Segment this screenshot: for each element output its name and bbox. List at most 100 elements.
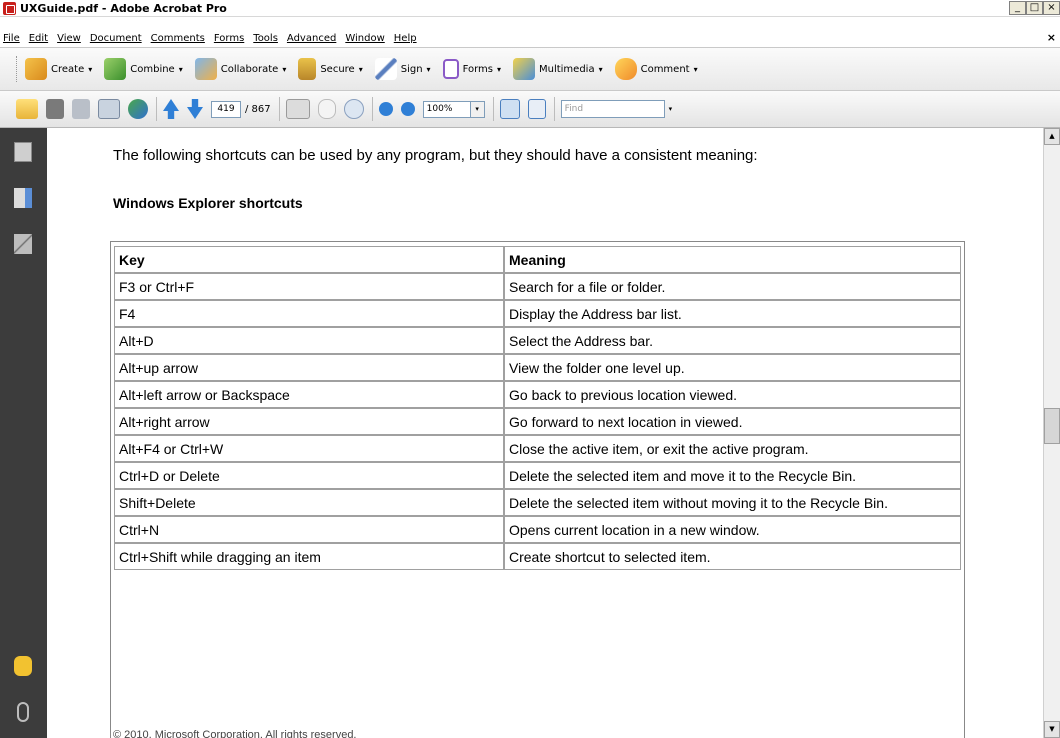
table-row: F4 Display the Address bar list. — [114, 300, 961, 327]
web-capture-icon[interactable] — [128, 99, 148, 119]
row-key: Ctrl+Shift while dragging an item — [114, 543, 504, 570]
menu-edit[interactable]: Edit — [29, 33, 48, 44]
select-tool-icon[interactable] — [285, 99, 310, 119]
attachments-icon[interactable] — [17, 702, 29, 722]
scroll-thumb[interactable] — [1044, 408, 1060, 444]
combine-icon — [104, 58, 127, 80]
pages-icon[interactable] — [14, 142, 32, 162]
zoom-dropdown-icon[interactable]: ▾ — [470, 100, 485, 118]
table-row: Alt+F4 or Ctrl+W Close the active item, … — [114, 435, 961, 462]
menu-forms[interactable]: Forms — [214, 33, 244, 44]
navigation-panel — [0, 128, 47, 738]
next-page-icon[interactable] — [187, 99, 203, 119]
multimedia-button[interactable]: Multimedia ▾ — [512, 58, 603, 80]
shortcuts-table: Key Meaning F3 or Ctrl+F Search for a fi… — [114, 246, 961, 570]
vertical-scrollbar[interactable]: ▲ ▼ — [1043, 128, 1060, 738]
create-icon — [25, 58, 47, 80]
menu-window[interactable]: Window — [345, 33, 384, 44]
table-header-row: Key Meaning — [114, 246, 961, 273]
document-close-icon[interactable]: × — [1047, 31, 1056, 44]
bookmarks-icon[interactable] — [14, 188, 32, 208]
zoom-level-input[interactable]: 100% — [422, 100, 471, 118]
table-row: Ctrl+Shift while dragging an item Create… — [114, 543, 961, 570]
comment-button[interactable]: Comment ▾ — [614, 58, 698, 80]
lock-icon — [298, 58, 317, 80]
window-title: UXGuide.pdf - Adobe Acrobat Pro — [20, 1, 227, 15]
acrobat-app-icon — [3, 1, 16, 15]
menu-view[interactable]: View — [57, 33, 81, 44]
combine-button[interactable]: Combine ▾ — [104, 58, 183, 80]
row-meaning: Delete the selected item without moving … — [504, 489, 961, 516]
zoom-tool-icon[interactable] — [343, 99, 364, 119]
page-number-input[interactable]: 419 — [211, 100, 241, 118]
section-heading: Windows Explorer shortcuts — [113, 195, 303, 211]
row-meaning: Create shortcut to selected item. — [504, 543, 961, 570]
menu-file[interactable]: File — [3, 33, 20, 44]
comments-icon[interactable] — [14, 656, 32, 676]
forms-label: Forms — [462, 63, 493, 75]
window-controls: _ □ × — [1009, 1, 1060, 15]
header-key: Key — [114, 246, 504, 273]
tasks-toolbar: Create ▾ Combine ▾ Collaborate ▾ Secure … — [0, 47, 1060, 91]
row-key: Alt+up arrow — [114, 354, 504, 381]
chevron-down-icon: ▾ — [178, 64, 183, 74]
scroll-up-icon[interactable]: ▲ — [1044, 128, 1060, 145]
create-label: Create — [51, 63, 85, 75]
chevron-down-icon: ▾ — [358, 64, 363, 74]
row-meaning: Select the Address bar. — [504, 327, 961, 354]
open-folder-icon[interactable] — [16, 99, 38, 119]
toolbar-separator — [371, 97, 373, 121]
maximize-button[interactable]: □ — [1026, 1, 1043, 15]
navigation-toolbar: 419 / 867 100% ▾ Find ▾ — [0, 91, 1060, 128]
table-row: F3 or Ctrl+F Search for a file or folder… — [114, 273, 961, 300]
collaborate-icon — [194, 58, 217, 80]
signatures-icon[interactable] — [14, 234, 32, 254]
toolbar-grip[interactable] — [16, 56, 19, 82]
hand-tool-icon[interactable] — [317, 99, 336, 119]
table-row: Alt+right arrow Go forward to next locat… — [114, 408, 961, 435]
fit-width-icon[interactable] — [499, 99, 520, 119]
pen-icon — [374, 58, 397, 80]
sign-button[interactable]: Sign ▾ — [374, 58, 431, 80]
menu-tools[interactable]: Tools — [253, 33, 278, 44]
minimize-button[interactable]: _ — [1009, 1, 1026, 15]
menu-help[interactable]: Help — [394, 33, 417, 44]
table-row: Alt+left arrow or Backspace Go back to p… — [114, 381, 961, 408]
row-key: Alt+F4 or Ctrl+W — [114, 435, 504, 462]
row-key: Alt+D — [114, 327, 504, 354]
fit-page-icon[interactable] — [527, 99, 546, 119]
table-row: Shift+Delete Delete the selected item wi… — [114, 489, 961, 516]
menu-bar: File Edit View Document Comments Forms T… — [0, 31, 1060, 45]
row-key: Alt+left arrow or Backspace — [114, 381, 504, 408]
collaborate-button[interactable]: Collaborate ▾ — [194, 58, 286, 80]
forms-icon — [442, 59, 459, 79]
find-dropdown-icon[interactable]: ▾ — [669, 105, 673, 113]
table-row: Alt+up arrow View the folder one level u… — [114, 354, 961, 381]
scroll-down-icon[interactable]: ▼ — [1044, 721, 1060, 738]
intro-paragraph: The following shortcuts can be used by a… — [113, 147, 758, 164]
email-icon[interactable] — [98, 99, 120, 119]
previous-page-icon[interactable] — [163, 99, 179, 119]
row-key: Alt+right arrow — [114, 408, 504, 435]
create-button[interactable]: Create ▾ — [25, 58, 92, 80]
zoom-in-icon[interactable] — [400, 102, 415, 116]
page-footer: © 2010, Microsoft Corporation. All right… — [113, 729, 357, 738]
menu-advanced[interactable]: Advanced — [287, 33, 336, 44]
multimedia-icon — [512, 58, 535, 80]
forms-button[interactable]: Forms ▾ — [442, 59, 501, 79]
row-meaning: Search for a file or folder. — [504, 273, 961, 300]
sign-label: Sign — [400, 63, 423, 75]
menu-comments[interactable]: Comments — [151, 33, 205, 44]
chevron-down-icon: ▾ — [426, 64, 431, 74]
secure-button[interactable]: Secure ▾ — [298, 58, 363, 80]
zoom-out-icon[interactable] — [378, 102, 393, 116]
combine-label: Combine — [130, 63, 175, 75]
row-meaning: Close the active item, or exit the activ… — [504, 435, 961, 462]
menu-document[interactable]: Document — [90, 33, 142, 44]
save-icon[interactable] — [72, 99, 90, 119]
close-button[interactable]: × — [1043, 1, 1060, 15]
find-input[interactable]: Find — [560, 100, 665, 118]
print-icon[interactable] — [46, 99, 64, 119]
header-meaning: Meaning — [504, 246, 961, 273]
row-meaning: Display the Address bar list. — [504, 300, 961, 327]
